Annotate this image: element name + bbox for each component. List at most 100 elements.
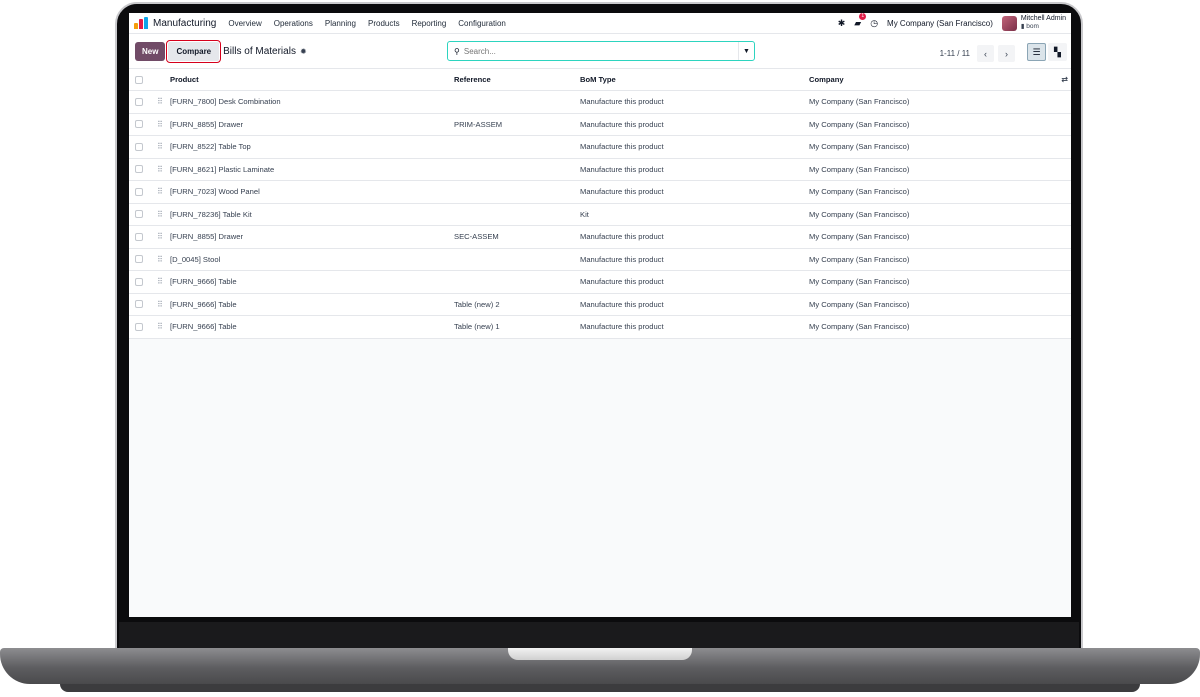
reference-cell: Table (new) 1: [454, 322, 500, 332]
drag-handle-icon[interactable]: ⠿: [157, 142, 163, 151]
menu-overview[interactable]: Overview: [228, 19, 261, 28]
pager-value[interactable]: 1-11 / 11: [940, 49, 970, 58]
row-checkbox[interactable]: [135, 322, 143, 331]
chevron-down-icon[interactable]: ▼: [738, 42, 754, 60]
select-all-checkbox[interactable]: [135, 75, 143, 84]
bom-type-cell: Manufacture this product: [580, 119, 664, 129]
kanban-view-icon[interactable]: ▚: [1048, 43, 1067, 61]
chevron-right-icon[interactable]: ›: [998, 45, 1015, 62]
table-row[interactable]: ⠿ [FURN_8855] Drawer PRIM-ASSEM Manufacture…: [129, 114, 1071, 136]
product-cell: [FURN_8855] Drawer: [170, 232, 244, 242]
bom-table: Product Reference BoM Type Company ⇄ ⠿ [F…: [129, 69, 1071, 339]
company-cell: My Company (San Francisco): [809, 142, 910, 152]
company-cell: My Company (San Francisco): [809, 187, 910, 197]
table-row[interactable]: ⠿ [FURN_78236] Table Kit Kit My Company (Sa…: [129, 204, 1071, 226]
row-checkbox[interactable]: [135, 300, 143, 309]
gear-icon[interactable]: ✹: [300, 47, 307, 56]
company-switcher[interactable]: My Company (San Francisco): [887, 19, 993, 28]
company-cell: My Company (San Francisco): [809, 277, 910, 287]
row-checkbox[interactable]: [135, 97, 143, 106]
laptop-notch: [508, 648, 692, 660]
database-name: bom: [1026, 23, 1039, 30]
company-cell: My Company (San Francisco): [809, 97, 910, 107]
menu-operations[interactable]: Operations: [274, 19, 313, 28]
search-bar: ⚲ ▼: [447, 41, 755, 61]
drag-handle-icon[interactable]: ⠿: [157, 300, 163, 309]
table-row[interactable]: ⠿ [FURN_8621] Plastic Laminate Manufacture…: [129, 159, 1071, 181]
app-name[interactable]: Manufacturing: [153, 18, 216, 29]
drag-handle-icon[interactable]: ⠿: [157, 322, 163, 331]
column-header-bom-type[interactable]: BoM Type: [580, 75, 616, 84]
table-row[interactable]: ⠿ [D_0045] Stool Manufacture this product M…: [129, 249, 1071, 271]
bom-type-cell: Kit: [580, 209, 589, 219]
drag-handle-icon[interactable]: ⠿: [157, 165, 163, 174]
company-cell: My Company (San Francisco): [809, 119, 910, 129]
table-row[interactable]: ⠿ [FURN_9666] Table Table (new) 2 Manufactu…: [129, 294, 1071, 316]
reference-cell: PRIM-ASSEM: [454, 119, 503, 129]
row-checkbox[interactable]: [135, 165, 143, 174]
new-button[interactable]: New: [135, 41, 166, 61]
app-logo-icon[interactable]: [134, 17, 149, 29]
product-cell: [FURN_8855] Drawer: [170, 119, 244, 129]
navbar-systray: ✱ ▰ 1 ◷ My Company (San Francisco) Mitche…: [838, 13, 1066, 31]
chevron-left-icon[interactable]: ‹: [977, 45, 994, 62]
search-icon: ⚲: [454, 46, 460, 56]
bom-type-cell: Manufacture this product: [580, 299, 664, 309]
product-cell: [FURN_9666] Table: [170, 277, 237, 287]
list-view-icon[interactable]: ☰: [1027, 43, 1046, 61]
messages-badge: 1: [859, 13, 867, 20]
row-checkbox[interactable]: [135, 142, 143, 151]
menu-reporting[interactable]: Reporting: [412, 19, 447, 28]
drag-handle-icon[interactable]: ⠿: [157, 120, 163, 129]
table-row[interactable]: ⠿ [FURN_9666] Table Manufacture this produ…: [129, 271, 1071, 294]
row-checkbox[interactable]: [135, 232, 143, 241]
drag-handle-icon[interactable]: ⠿: [157, 232, 163, 241]
control-panel: New Compare Bills of Materials ✹ ⚲ ▼ 1-1…: [129, 34, 1071, 69]
bom-type-cell: Manufacture this product: [580, 277, 664, 287]
row-checkbox[interactable]: [135, 120, 143, 129]
clock-icon[interactable]: ◷: [870, 18, 878, 29]
company-cell: My Company (San Francisco): [809, 322, 910, 332]
table-row[interactable]: ⠿ [FURN_8855] Drawer SEC-ASSEM Manufacture …: [129, 226, 1071, 249]
menu-planning[interactable]: Planning: [325, 19, 356, 28]
optional-columns-icon[interactable]: ⇄: [1061, 75, 1068, 84]
laptop-feet: [60, 684, 1140, 692]
table-row[interactable]: ⠿ [FURN_7800] Desk Combination Manufacture…: [129, 91, 1071, 114]
drag-handle-icon[interactable]: ⠿: [157, 277, 163, 286]
database-icon: ▮: [1020, 23, 1025, 30]
product-cell: [FURN_9666] Table: [170, 322, 237, 332]
row-checkbox[interactable]: [135, 277, 143, 286]
view-switcher: ☰ ▚: [1027, 43, 1067, 61]
company-cell: My Company (San Francisco): [809, 209, 910, 219]
drag-handle-icon[interactable]: ⠿: [157, 255, 163, 264]
table-row[interactable]: ⠿ [FURN_8522] Table Top Manufacture this p…: [129, 136, 1071, 159]
company-cell: My Company (San Francisco): [809, 254, 910, 264]
page-title: Bills of Materials: [223, 45, 296, 57]
menu-products[interactable]: Products: [368, 19, 400, 28]
drag-handle-icon[interactable]: ⠿: [157, 210, 163, 219]
drag-handle-icon[interactable]: ⠿: [157, 97, 163, 106]
drag-handle-icon[interactable]: ⠿: [157, 187, 163, 196]
row-checkbox[interactable]: [135, 210, 143, 219]
compare-button[interactable]: Compare: [166, 39, 222, 63]
user-name: Mitchell Admin: [1020, 15, 1066, 22]
table-row[interactable]: ⠿ [FURN_9666] Table Table (new) 1 Manufactu…: [129, 316, 1071, 339]
reference-cell: Table (new) 2: [454, 299, 500, 309]
row-checkbox[interactable]: [135, 187, 143, 196]
column-header-company[interactable]: Company: [809, 75, 844, 84]
product-cell: [D_0045] Stool: [170, 254, 221, 264]
laptop-frame: Manufacturing Overview Operations Planni…: [0, 0, 1200, 697]
messages-icon[interactable]: ▰ 1: [854, 13, 867, 29]
product-cell: [FURN_8522] Table Top: [170, 142, 251, 152]
column-header-product[interactable]: Product: [170, 75, 199, 84]
table-row[interactable]: ⠿ [FURN_7023] Wood Panel Manufacture this …: [129, 181, 1071, 204]
search-input[interactable]: [463, 46, 738, 56]
column-header-reference[interactable]: Reference: [454, 75, 491, 84]
menu-configuration[interactable]: Configuration: [458, 19, 506, 28]
user-menu[interactable]: Mitchell Admin ▮ bom: [1001, 15, 1066, 31]
bug-icon[interactable]: ✱: [838, 18, 846, 29]
bom-type-cell: Manufacture this product: [580, 254, 664, 264]
screen: Manufacturing Overview Operations Planni…: [129, 13, 1071, 617]
bom-type-cell: Manufacture this product: [580, 142, 664, 152]
row-checkbox[interactable]: [135, 255, 143, 264]
